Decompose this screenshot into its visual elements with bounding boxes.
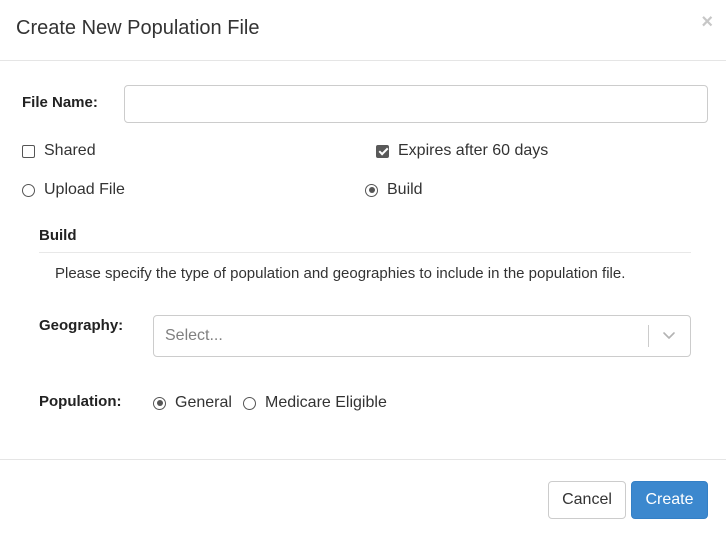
- expires-checkbox[interactable]: Expires after 60 days: [376, 142, 548, 160]
- shared-checkbox[interactable]: Shared: [22, 142, 96, 160]
- file-name-label: File Name:: [22, 94, 98, 111]
- general-label: General: [175, 394, 232, 411]
- file-name-input[interactable]: [124, 85, 708, 123]
- upload-file-radio-circle[interactable]: [22, 183, 35, 197]
- build-section-title: Build: [39, 227, 77, 244]
- population-label: Population:: [39, 393, 122, 410]
- create-population-file-modal: Create New Population File × File Name: …: [0, 0, 726, 537]
- close-icon[interactable]: ×: [701, 12, 713, 32]
- general-radio[interactable]: General: [153, 394, 232, 412]
- medicare-eligible-radio-circle[interactable]: [243, 396, 256, 410]
- geography-select-placeholder: Select...: [165, 327, 223, 344]
- build-label: Build: [387, 181, 423, 198]
- build-radio[interactable]: Build: [365, 181, 423, 199]
- select-separator: [648, 325, 649, 347]
- general-radio-circle[interactable]: [153, 396, 166, 410]
- upload-file-radio[interactable]: Upload File: [22, 181, 125, 199]
- geography-select[interactable]: Select...: [153, 315, 691, 357]
- expires-label: Expires after 60 days: [398, 142, 549, 159]
- modal-header: Create New Population File ×: [0, 0, 726, 61]
- medicare-eligible-label: Medicare Eligible: [265, 394, 387, 411]
- shared-checkbox-box[interactable]: [22, 144, 35, 158]
- footer-divider: [0, 459, 726, 460]
- modal-title: Create New Population File: [16, 17, 260, 39]
- create-button[interactable]: Create: [631, 481, 708, 519]
- geography-label: Geography:: [39, 317, 124, 334]
- expires-checkbox-box[interactable]: [376, 144, 389, 158]
- build-radio-circle[interactable]: [365, 183, 378, 197]
- chevron-down-icon[interactable]: [660, 326, 678, 344]
- medicare-eligible-radio[interactable]: Medicare Eligible: [243, 394, 387, 412]
- section-divider: [39, 252, 691, 253]
- upload-file-label: Upload File: [44, 181, 125, 198]
- cancel-button[interactable]: Cancel: [548, 481, 626, 519]
- shared-label: Shared: [44, 142, 96, 159]
- build-description: Please specify the type of population an…: [55, 265, 626, 282]
